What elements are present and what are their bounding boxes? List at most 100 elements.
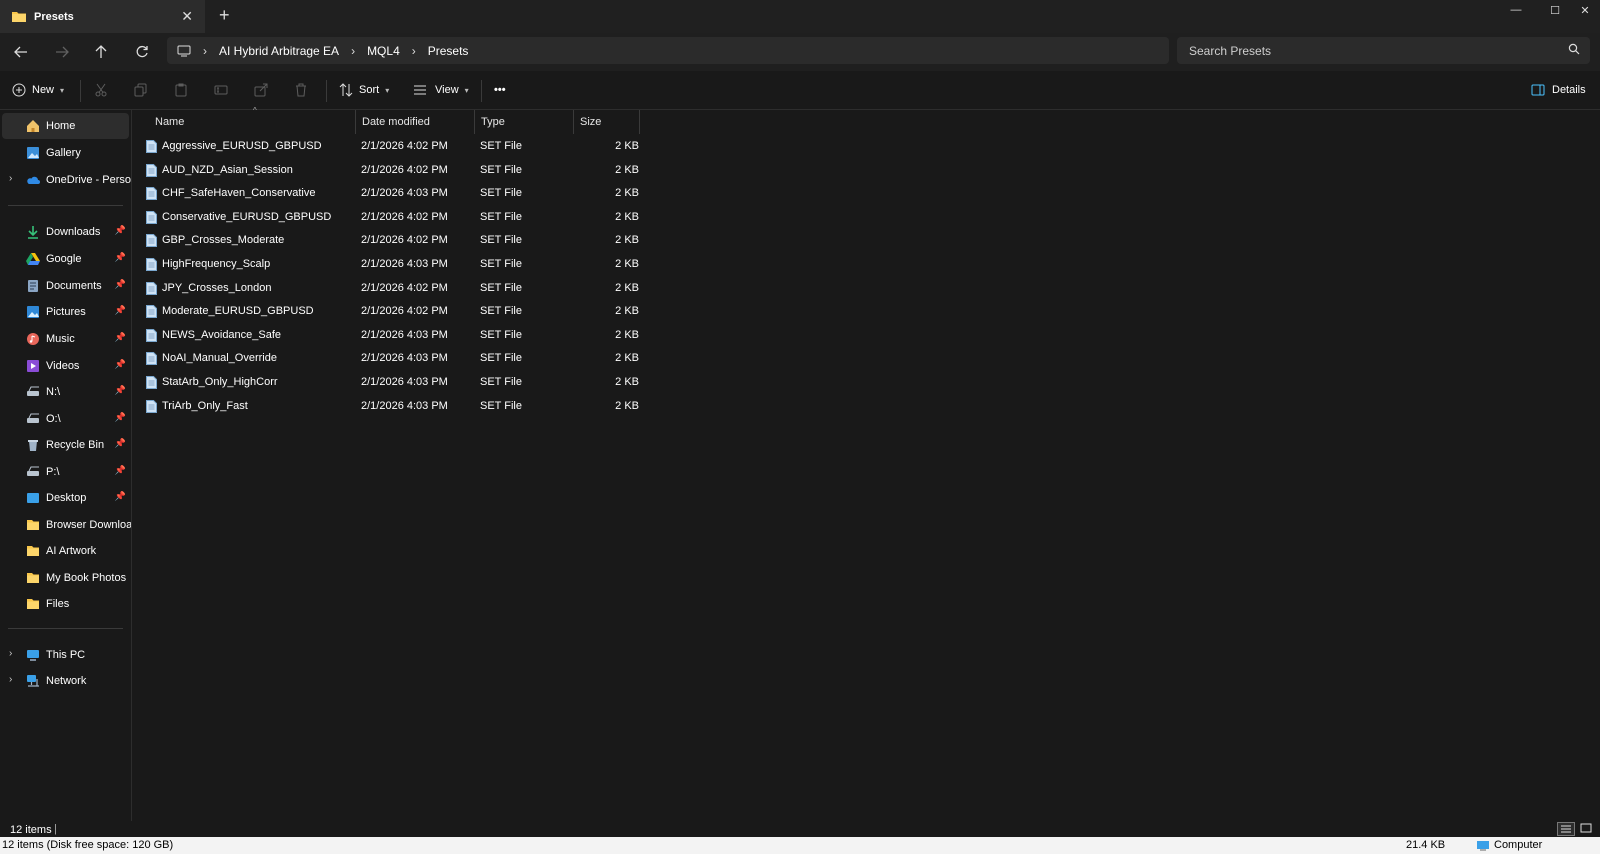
sidebar-item-recycle-bin[interactable]: Recycle Bin 📌 [0, 432, 130, 458]
sidebar-item-videos[interactable]: Videos 📌 [0, 353, 130, 379]
file-name: GBP_Crosses_Moderate [162, 234, 285, 247]
copy-button[interactable] [134, 79, 148, 101]
file-name: AUD_NZD_Asian_Session [162, 163, 293, 176]
set-file-icon [146, 187, 157, 201]
view-button[interactable]: View ▾ [413, 79, 469, 101]
sidebar-item-desktop[interactable]: Desktop 📌 [0, 485, 130, 511]
minimize-button[interactable]: — [1496, 0, 1536, 20]
file-name: Conservative_EURUSD_GBPUSD [162, 210, 332, 223]
column-header-name[interactable]: Name [149, 110, 356, 134]
set-file-icon [146, 140, 157, 153]
sidebar-item-pictures[interactable]: Pictures 📌 [0, 299, 130, 325]
up-button[interactable] [90, 41, 112, 63]
chevron-right-icon: › [203, 43, 207, 58]
sidebar-item-network[interactable]: › Network [0, 668, 130, 694]
sidebar-item-browser-downloads[interactable]: Browser Downloads [0, 512, 131, 538]
chevron-right-icon[interactable]: › [9, 173, 12, 184]
sidebar-item-files[interactable]: Files [0, 591, 130, 617]
file-size: 2 KB [615, 210, 639, 223]
maximize-button[interactable]: ☐ [1535, 0, 1575, 20]
tab-presets[interactable]: Presets ✕ [0, 0, 205, 33]
view-icon [414, 85, 426, 95]
sidebar-item-p-drive[interactable]: P:\ 📌 [0, 459, 130, 485]
file-type: SET File [480, 210, 522, 223]
file-size: 2 KB [615, 140, 639, 152]
file-row[interactable]: StatArb_Only_HighCorr 2/1/2026 4:03 PM SET… [141, 371, 641, 394]
close-window-button[interactable]: ✕ [1570, 0, 1600, 20]
file-row[interactable]: Aggressive_EURUSD_GBPUSD 2/1/2026 4:02 PM… [141, 135, 641, 158]
file-type: SET File [480, 328, 522, 341]
close-tab-icon[interactable]: ✕ [181, 8, 193, 25]
column-header-date-modified[interactable]: Date modified [356, 110, 475, 134]
set-file-icon [146, 305, 157, 319]
sidebar-item-downloads[interactable]: Downloads 📌 [0, 219, 130, 245]
file-name: Aggressive_EURUSD_GBPUSD [162, 140, 322, 152]
file-type: SET File [480, 187, 522, 200]
share-button[interactable] [254, 79, 268, 101]
file-name: JPY_Crosses_London [162, 281, 272, 294]
back-button[interactable] [10, 41, 32, 63]
refresh-button[interactable] [131, 41, 153, 63]
forward-button[interactable] [51, 41, 73, 63]
paste-button[interactable] [174, 79, 188, 101]
new-tab-button[interactable]: + [219, 5, 230, 26]
file-row[interactable]: GBP_Crosses_Moderate 2/1/2026 4:02 PM SET … [141, 229, 641, 252]
sidebar-item-documents[interactable]: Documents 📌 [0, 273, 130, 299]
set-file-icon [146, 234, 157, 248]
breadcrumb-item[interactable]: MQL4 [367, 44, 400, 58]
sidebar-item-n-drive[interactable]: N:\ 📌 [0, 379, 130, 405]
cut-button[interactable] [94, 79, 108, 101]
file-row[interactable]: HighFrequency_Scalp 2/1/2026 4:03 PM SET F… [141, 253, 641, 276]
details-pane-icon [1531, 84, 1545, 96]
column-header-type[interactable]: Type [475, 110, 574, 134]
chevron-right-icon[interactable]: › [9, 648, 12, 659]
file-row[interactable]: Moderate_EURUSD_GBPUSD 2/1/2026 4:02 PM SE… [141, 300, 641, 323]
new-button[interactable]: New ▾ [12, 79, 64, 101]
delete-button[interactable] [294, 79, 308, 101]
large-icons-view-toggle[interactable] [1578, 822, 1596, 836]
sort-button[interactable]: Sort ▾ [339, 79, 389, 101]
sidebar-item-home[interactable]: Home [2, 113, 129, 139]
more-options-button[interactable]: ••• [494, 79, 506, 101]
sidebar-item-label: OneDrive - Persona [46, 174, 131, 186]
file-row[interactable]: AUD_NZD_Asian_Session 2/1/2026 4:02 PM SET… [141, 159, 641, 182]
file-name: NEWS_Avoidance_Safe [162, 328, 282, 341]
sidebar-item-o-drive[interactable]: O:\ 📌 [0, 406, 130, 432]
rename-button[interactable] [214, 79, 228, 101]
chevron-right-icon[interactable]: › [9, 674, 12, 685]
pin-icon: 📌 [114, 332, 126, 342]
details-button[interactable]: Details [1531, 79, 1586, 101]
file-date-modified: 2/1/2026 4:03 PM [361, 328, 448, 341]
sidebar-item-onedrive[interactable]: › OneDrive - Persona [0, 167, 131, 193]
sidebar-item-my-book-photos[interactable]: My Book Photos [0, 565, 130, 591]
folder-icon [27, 573, 39, 583]
details-view-toggle[interactable] [1557, 822, 1575, 836]
sidebar-item-this-pc[interactable]: › This PC [0, 642, 130, 668]
sidebar-item-ai-artwork[interactable]: AI Artwork [0, 538, 130, 564]
file-row[interactable]: JPY_Crosses_London 2/1/2026 4:02 PM SET Fi… [141, 277, 641, 300]
details-label: Details [1552, 84, 1586, 96]
column-header-size[interactable]: Size [574, 110, 640, 134]
plus-circle-icon [12, 83, 26, 97]
sidebar-item-music[interactable]: Music 📌 [0, 326, 130, 352]
breadcrumb-item[interactable]: Presets [428, 44, 469, 58]
file-date-modified: 2/1/2026 4:03 PM [361, 187, 448, 200]
breadcrumb-item[interactable]: AI Hybrid Arbitrage EA [219, 44, 339, 58]
file-row[interactable]: CHF_SafeHaven_Conservative 2/1/2026 4:03 … [141, 182, 641, 205]
file-date-modified: 2/1/2026 4:03 PM [361, 258, 448, 270]
file-row[interactable]: NoAI_Manual_Override 2/1/2026 4:03 PM SET … [141, 347, 641, 370]
file-type: SET File [480, 376, 522, 388]
breadcrumb[interactable]: › AI Hybrid Arbitrage EA › MQL4 › Preset… [167, 37, 1169, 64]
desktop-icon [27, 493, 39, 503]
divider [481, 80, 482, 102]
file-row[interactable]: TriArb_Only_Fast 2/1/2026 4:03 PM SET File… [141, 395, 641, 418]
file-size: 2 KB [615, 163, 639, 176]
file-row[interactable]: Conservative_EURUSD_GBPUSD 2/1/2026 4:02 … [141, 206, 641, 229]
file-date-modified: 2/1/2026 4:03 PM [361, 352, 448, 365]
set-file-icon [146, 163, 157, 177]
status-bar: 12 items | [0, 821, 1600, 837]
search-input[interactable]: Search Presets [1177, 37, 1590, 64]
sidebar-item-gallery[interactable]: Gallery [0, 140, 130, 166]
file-row[interactable]: NEWS_Avoidance_Safe 2/1/2026 4:03 PM SET F… [141, 324, 641, 347]
sidebar-item-google[interactable]: Google 📌 [0, 246, 130, 272]
